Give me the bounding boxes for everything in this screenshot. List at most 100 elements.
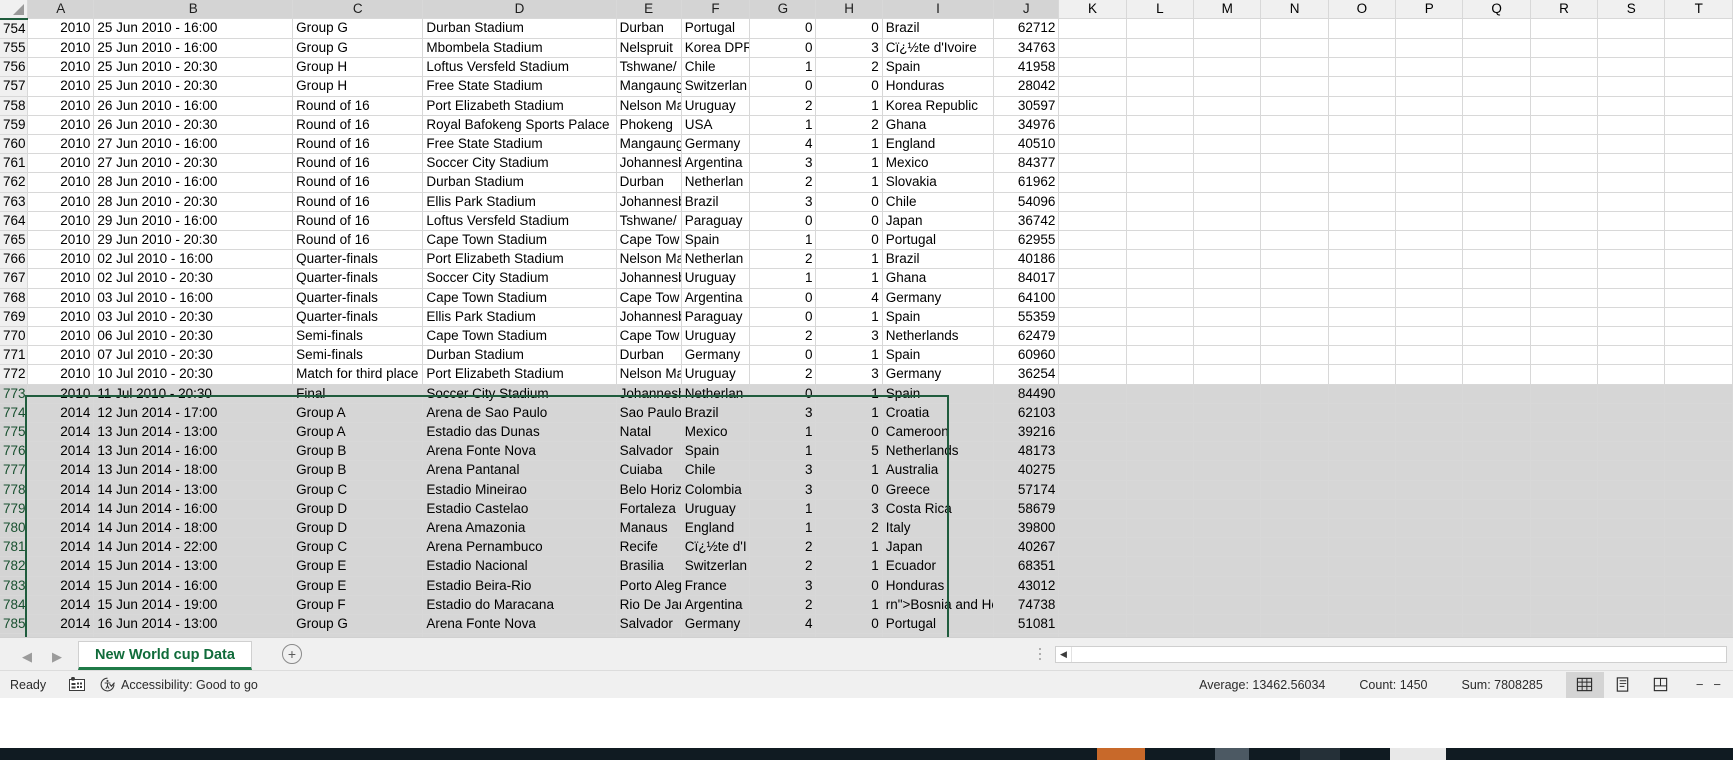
cell-N777[interactable]: [1260, 460, 1329, 481]
grid-body[interactable]: 754 2010 25 Jun 2010 - 16:00 Group G Durban …: [0, 18, 1733, 637]
cell-S770[interactable]: [1597, 326, 1666, 347]
cell-G774[interactable]: 3: [749, 403, 817, 423]
cell-L764[interactable]: [1126, 211, 1195, 231]
table-row[interactable]: 757 2010 25 Jun 2010 - 20:30 Group H Free St…: [0, 76, 1733, 97]
cell-O784[interactable]: [1328, 595, 1397, 616]
cell-N780[interactable]: [1260, 518, 1329, 539]
cell-G766[interactable]: 2: [749, 249, 817, 270]
cell-L779[interactable]: [1126, 499, 1195, 519]
cell-M769[interactable]: [1193, 307, 1262, 327]
horizontal-scrollbar[interactable]: ◀: [1055, 646, 1727, 663]
cell-T769[interactable]: [1664, 307, 1733, 327]
cell-C774[interactable]: Group A: [292, 403, 424, 423]
cell-T754[interactable]: [1664, 18, 1733, 39]
cell-L775[interactable]: [1126, 422, 1195, 443]
cell-M784[interactable]: [1193, 595, 1262, 616]
cell-C779[interactable]: Group D: [292, 499, 424, 519]
cell-T773[interactable]: [1664, 384, 1733, 404]
table-row[interactable]: 754 2010 25 Jun 2010 - 16:00 Group G Durban …: [0, 18, 1733, 39]
row-header-771[interactable]: 771: [0, 345, 29, 366]
table-row[interactable]: 755 2010 25 Jun 2010 - 16:00 Group G Mbombel…: [0, 38, 1733, 59]
cell-B767[interactable]: 02 Jul 2010 - 20:30: [93, 268, 294, 289]
cell-M775[interactable]: [1193, 422, 1262, 443]
cell-Q762[interactable]: [1462, 172, 1531, 193]
cell-K760[interactable]: [1058, 134, 1127, 155]
cell-T785[interactable]: [1664, 614, 1733, 635]
cell-M770[interactable]: [1193, 326, 1262, 347]
cell-N779[interactable]: [1260, 499, 1329, 519]
cell-D785[interactable]: Arena Fonte Nova: [422, 614, 617, 635]
cell-D760[interactable]: Free State Stadium: [422, 134, 617, 155]
cell-H763[interactable]: 0: [815, 192, 883, 212]
cell-S756[interactable]: [1597, 57, 1666, 78]
cell-A766[interactable]: 2010: [27, 249, 95, 270]
cell-I782[interactable]: Ecuador: [882, 556, 995, 577]
cell-R758[interactable]: [1530, 96, 1599, 116]
cell-C778[interactable]: Group C: [292, 480, 424, 500]
cell-Q775[interactable]: [1462, 422, 1531, 443]
cell-D776[interactable]: Arena Fonte Nova: [422, 441, 617, 462]
cell-O774[interactable]: [1328, 403, 1397, 423]
cell-B777[interactable]: 13 Jun 2014 - 18:00: [93, 460, 294, 481]
cell-M759[interactable]: [1193, 115, 1262, 135]
cell-I759[interactable]: Ghana: [882, 115, 995, 135]
cell-P774[interactable]: [1395, 403, 1464, 423]
cell-C782[interactable]: Group E: [292, 556, 424, 577]
cell-O775[interactable]: [1328, 422, 1397, 443]
cell-H759[interactable]: 2: [815, 115, 883, 135]
cell-E768[interactable]: Cape Tow: [616, 288, 682, 308]
cell-M757[interactable]: [1193, 76, 1262, 97]
row-header-773[interactable]: 773: [0, 384, 29, 404]
cell-P764[interactable]: [1395, 211, 1464, 231]
cell-N782[interactable]: [1260, 556, 1329, 577]
table-row[interactable]: 785 2014 16 Jun 2014 - 13:00 Group G Arena F…: [0, 614, 1733, 635]
cell-C759[interactable]: Round of 16: [292, 115, 424, 135]
cell-J778[interactable]: 57174: [993, 480, 1060, 500]
cell-L761[interactable]: [1126, 153, 1195, 174]
cell-B769[interactable]: 03 Jul 2010 - 20:30: [93, 307, 294, 327]
cell-I783[interactable]: Honduras: [882, 576, 995, 596]
cell-E760[interactable]: Mangaung: [616, 134, 682, 155]
cell-S782[interactable]: [1597, 556, 1666, 577]
cell-H755[interactable]: 3: [815, 38, 883, 59]
cell-E761[interactable]: Johannesb: [616, 153, 682, 174]
cell-A768[interactable]: 2010: [27, 288, 95, 308]
cell-S775[interactable]: [1597, 422, 1666, 443]
cell-M763[interactable]: [1193, 192, 1262, 212]
cell-G768[interactable]: 0: [749, 288, 817, 308]
cell-S774[interactable]: [1597, 403, 1666, 423]
cell-E784[interactable]: Rio De Jar: [616, 595, 682, 616]
cell-J766[interactable]: 40186: [993, 249, 1060, 270]
cell-F785[interactable]: Germany: [681, 614, 751, 635]
cell-L778[interactable]: [1126, 480, 1195, 500]
cell-S771[interactable]: [1597, 345, 1666, 366]
cell-N772[interactable]: [1260, 364, 1329, 385]
cell-B763[interactable]: 28 Jun 2010 - 20:30: [93, 192, 294, 212]
cell-Q779[interactable]: [1462, 499, 1531, 519]
page-break-preview-button[interactable]: [1642, 672, 1680, 698]
cell-Q781[interactable]: [1462, 537, 1531, 558]
cell-J771[interactable]: 60960: [993, 345, 1060, 366]
cell-Q765[interactable]: [1462, 230, 1531, 251]
zoom-out-button[interactable]: −: [1696, 677, 1704, 692]
cell-R782[interactable]: [1530, 556, 1599, 577]
cell-E771[interactable]: Durban: [616, 345, 682, 366]
cell-J770[interactable]: 62479: [993, 326, 1060, 347]
cell-C757[interactable]: Group H: [292, 76, 424, 97]
cell-F764[interactable]: Paraguay: [681, 211, 751, 231]
cell-L758[interactable]: [1126, 96, 1195, 116]
row-header-767[interactable]: 767: [0, 268, 29, 289]
macro-record-icon[interactable]: [62, 677, 92, 692]
cell-L771[interactable]: [1126, 345, 1195, 366]
sheet-nav-arrows[interactable]: ◀ ▶: [0, 650, 78, 670]
cell-K782[interactable]: [1058, 556, 1127, 577]
cell-I774[interactable]: Croatia: [882, 403, 995, 423]
cell-A770[interactable]: 2010: [27, 326, 95, 347]
cell-K766[interactable]: [1058, 249, 1127, 270]
cell-L756[interactable]: [1126, 57, 1195, 78]
cell-N765[interactable]: [1260, 230, 1329, 251]
cell-T780[interactable]: [1664, 518, 1733, 539]
cell-O754[interactable]: [1328, 18, 1397, 39]
cell-N756[interactable]: [1260, 57, 1329, 78]
cell-H756[interactable]: 2: [815, 57, 883, 78]
